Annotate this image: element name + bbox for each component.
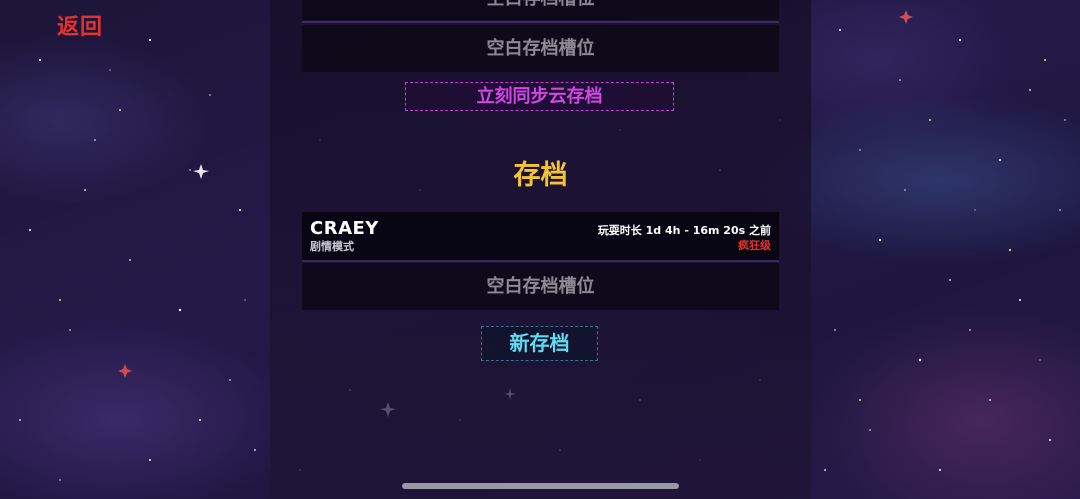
save-select-screen: 返回 空白存档槽位 空白存档槽位 立刻同步云存档 存档 CRAEY 剧情模式 玩… (0, 0, 1080, 499)
save-name: CRAEY (310, 218, 379, 239)
save-mode: 剧情模式 (310, 240, 354, 253)
back-button[interactable]: 返回 (57, 9, 103, 41)
save-section-title: 存档 (513, 160, 568, 191)
save-playtime: 玩耍时长 1d 4h - 16m 20s 之前 (597, 224, 771, 237)
save-slot-craey[interactable]: CRAEY 剧情模式 玩耍时长 1d 4h - 16m 20s 之前 疯狂级 (302, 212, 779, 260)
cloud-empty-slot-partial[interactable]: 空白存档槽位 (302, 0, 779, 20)
save-difficulty: 疯狂级 (738, 239, 771, 252)
slot-divider (302, 21, 779, 23)
local-empty-slot[interactable]: 空白存档槽位 (302, 263, 779, 310)
new-save-button[interactable]: 新存档 (481, 326, 598, 361)
cloud-empty-slot[interactable]: 空白存档槽位 (302, 25, 779, 72)
home-indicator[interactable] (402, 483, 679, 489)
slot-divider (302, 260, 779, 262)
sync-cloud-save-button[interactable]: 立刻同步云存档 (405, 82, 674, 111)
